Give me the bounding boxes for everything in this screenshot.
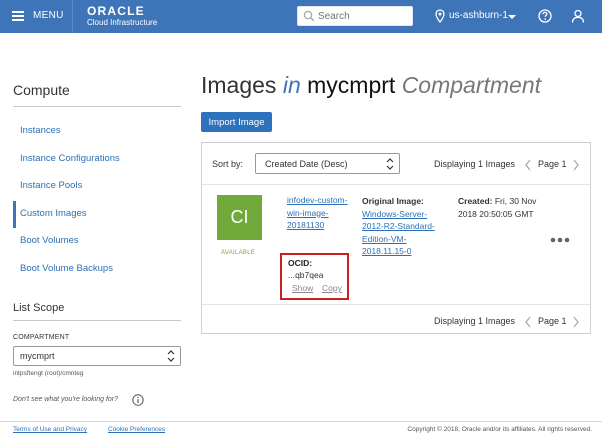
sidebar-item-instance-pools[interactable]: Instance Pools (13, 173, 181, 201)
chevron-right-icon[interactable] (572, 159, 580, 171)
page-label-bottom: Page 1 (538, 316, 567, 326)
sidebar-item-boot-volume-backups[interactable]: Boot Volume Backups (13, 256, 181, 284)
divider (13, 320, 181, 321)
images-list-panel: Sort by: Created Date (Desc) Displaying … (201, 142, 591, 334)
compartment-label: COMPARTMENT (13, 334, 70, 341)
sort-select[interactable]: Created Date (Desc) (255, 153, 400, 174)
search-icon (303, 10, 315, 22)
user-profile-icon[interactable] (571, 9, 585, 23)
cookie-preferences-link[interactable]: Cookie Preferences (108, 426, 165, 433)
sidebar-nav: Instances Instance Configurations Instan… (13, 118, 181, 283)
compartment-path: intpsftengt (root)/cmnteg (13, 370, 84, 377)
menu-label: MENU (33, 10, 64, 21)
help-icon[interactable] (538, 9, 552, 23)
select-arrows-icon (167, 350, 175, 362)
displaying-count-bottom: Displaying 1 Images (434, 316, 516, 326)
select-arrows-icon (386, 158, 394, 170)
page-title-suffix: Compartment (401, 72, 542, 98)
page-title: Images in mycmprt Compartment (201, 72, 541, 99)
original-image-link[interactable]: Windows-Server-2012-R2-Standard-Edition-… (362, 209, 435, 257)
page-label-top: Page 1 (538, 159, 567, 169)
list-scope-title: List Scope (13, 302, 65, 314)
menu-button[interactable]: MENU (0, 0, 73, 33)
sidebar-item-instance-configurations[interactable]: Instance Configurations (13, 146, 181, 174)
sidebar-item-instances[interactable]: Instances (13, 118, 181, 146)
terms-link[interactable]: Terms of Use and Privacy (13, 426, 87, 433)
page-title-compartment: mycmprt (307, 72, 396, 98)
image-tile-icon: CI (217, 195, 262, 240)
ocid-show-link[interactable]: Show (292, 283, 313, 293)
info-icon[interactable] (132, 394, 144, 406)
ocid-copy-link[interactable]: Copy (322, 283, 342, 293)
displaying-count-top: Displaying 1 Images (434, 159, 516, 169)
created-label: Created: (458, 196, 493, 206)
divider (13, 106, 181, 107)
sort-value: Created Date (Desc) (265, 159, 348, 169)
footer-divider (0, 421, 602, 422)
original-image-info: Original Image: Windows-Server-2012-R2-S… (362, 195, 444, 258)
compartment-select[interactable]: mycmprt (13, 346, 181, 366)
compartment-value: mycmprt (20, 351, 55, 361)
sort-by-label: Sort by: (212, 159, 244, 169)
location-pin-icon (435, 9, 445, 23)
ocid-label: OCID: (288, 258, 313, 268)
created-info: Created: Fri, 30 Nov 2018 20:50:05 GMT (458, 195, 538, 220)
top-navigation-bar: MENU ORACLE Cloud Infrastructure us-ashb… (0, 0, 602, 33)
sidebar-item-boot-volumes[interactable]: Boot Volumes (13, 228, 181, 256)
more-actions-icon[interactable] (550, 237, 570, 243)
status-badge: AVAILABLE (221, 250, 256, 256)
original-image-label: Original Image: (362, 196, 424, 206)
page-title-word: Images (201, 72, 277, 98)
divider (202, 184, 590, 185)
logo-wordmark: ORACLE (87, 4, 145, 18)
ocid-value: ...qb7qea (288, 270, 324, 280)
chevron-right-icon[interactable] (572, 316, 580, 328)
chevron-left-icon[interactable] (524, 316, 532, 328)
search-input[interactable] (318, 9, 408, 23)
sidebar-title: Compute (13, 82, 70, 98)
chevron-down-icon (508, 15, 516, 19)
import-image-button[interactable]: Import Image (201, 112, 272, 132)
logo-subtitle: Cloud Infrastructure (87, 18, 158, 27)
image-name-link[interactable]: infodev-custom-win-image-20181130 (287, 194, 355, 232)
search-box[interactable] (297, 6, 413, 26)
divider (202, 304, 590, 305)
help-prompt: Don't see what you're looking for? (13, 396, 119, 403)
copyright-text: Copyright © 2018, Oracle and/or its affi… (407, 426, 592, 433)
oracle-cloud-logo[interactable]: ORACLE Cloud Infrastructure (87, 5, 157, 27)
hamburger-icon (12, 11, 24, 21)
page-title-in: in (282, 72, 301, 98)
sidebar-item-custom-images[interactable]: Custom Images (13, 200, 181, 228)
chevron-left-icon[interactable] (524, 159, 532, 171)
region-label: us-ashburn-1 (449, 10, 508, 21)
ocid-highlight-box: OCID: ...qb7qea Show Copy (280, 253, 349, 300)
